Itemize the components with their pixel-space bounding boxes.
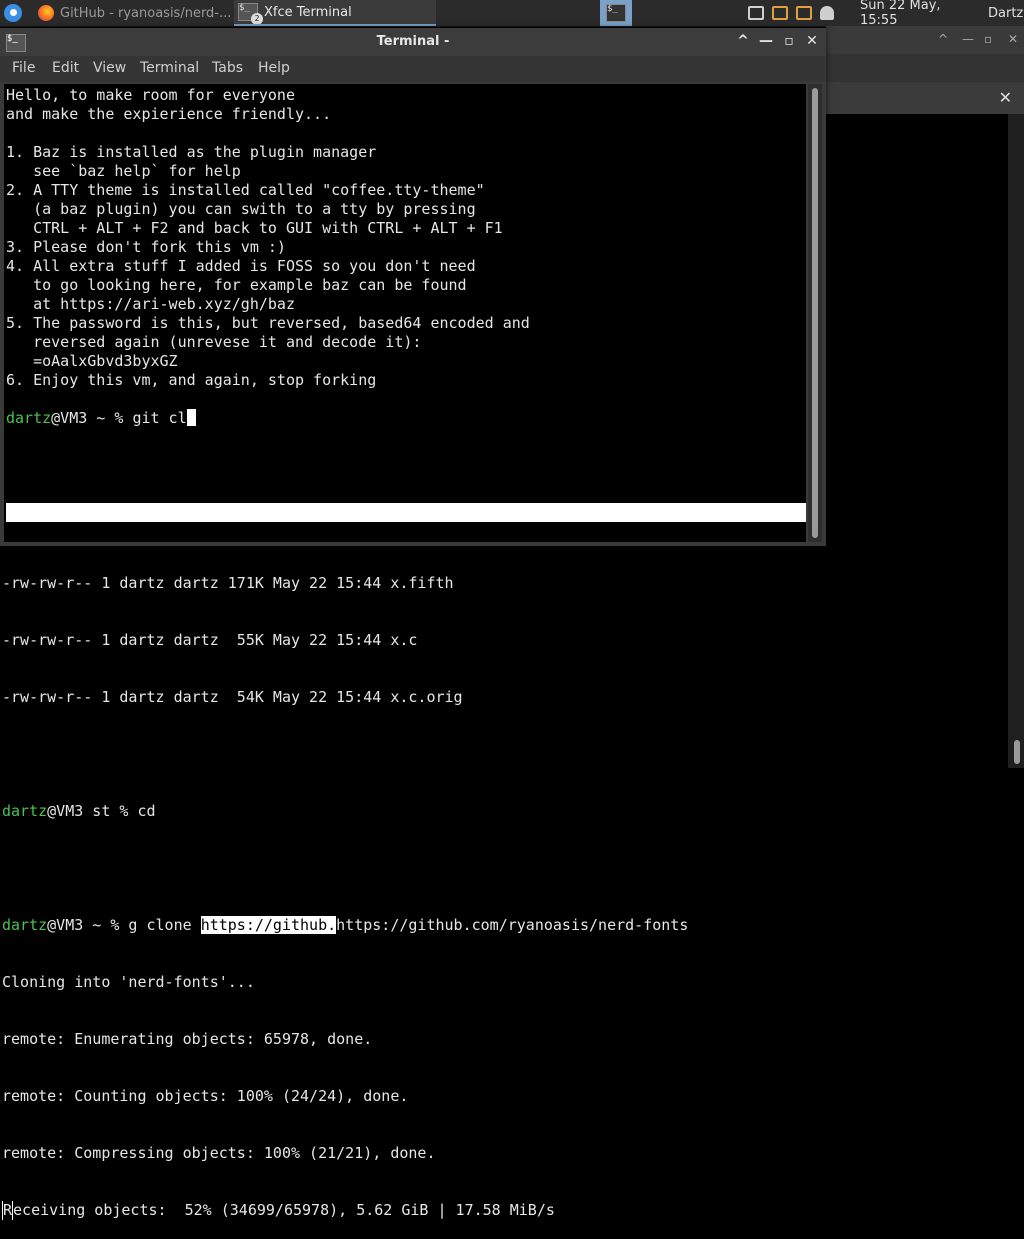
taskbar-label: Xfce Terminal	[264, 4, 352, 20]
terminal-line: 2. A TTY theme is installed called "coff…	[6, 181, 485, 199]
terminal-screen[interactable]: Hello, to make room for everyone and make…	[4, 84, 806, 542]
system-tray	[748, 0, 858, 26]
clock[interactable]: Sun 22 May, 15:55	[860, 0, 980, 28]
scrollbar-thumb[interactable]	[1014, 740, 1020, 764]
terminal-line: at https://ari-web.xyz/gh/baz	[6, 295, 295, 313]
window-title: Terminal -	[376, 34, 450, 49]
prompt-user: dartz	[6, 409, 52, 427]
close-icon[interactable]: ✕	[803, 32, 821, 50]
terminal-line: -rw-rw-r-- 1 dartz dartz 55K May 22 15:4…	[2, 631, 418, 649]
minimize-icon[interactable]: —	[962, 32, 974, 46]
xfce-mouse-icon	[4, 4, 22, 22]
background-window-menubar	[826, 54, 1024, 82]
prompt-text: @VM3 st % cd	[47, 802, 156, 820]
background-terminal-output[interactable]: -rw-rw-r-- 1 dartz dartz 171K May 22 15:…	[2, 536, 1002, 1239]
user-menu[interactable]: Dartz	[988, 0, 1024, 26]
notification-bell-icon[interactable]	[820, 6, 834, 20]
terminal-line: 4. All extra stuff I added is FOSS so yo…	[6, 257, 476, 275]
progress-text: eceiving objects: 52% (34699/65978), 5.6…	[13, 1201, 555, 1219]
terminal-progress-line: Receiving objects: 52% (34699/65978), 5.…	[2, 1201, 1002, 1220]
command-input[interactable]: git cl	[132, 409, 186, 427]
scrollbar-thumb[interactable]	[812, 88, 818, 538]
terminal-line: remote: Compressing objects: 100% (21/21…	[2, 1144, 436, 1162]
terminal-cursor: R	[2, 1201, 14, 1220]
maximize-icon[interactable]: ▫	[984, 32, 992, 46]
menu-view[interactable]: View	[93, 60, 126, 76]
terminal-line: 3. Please don't fork this vm :)	[6, 238, 286, 256]
menu-tabs[interactable]: Tabs	[212, 60, 243, 76]
menu-bar: File Edit View Terminal Tabs Help	[0, 56, 826, 82]
background-tab-bar: ✕	[826, 82, 1024, 114]
chat-icon[interactable]	[796, 6, 812, 20]
terminal-icon: $_	[606, 4, 626, 22]
top-panel: GitHub - ryanoasis/nerd-... $_ 2 Xfce Ter…	[0, 0, 1024, 28]
network-icon[interactable]	[748, 6, 764, 20]
terminal-line: 6. Enjoy this vm, and again, stop forkin…	[6, 371, 377, 389]
tray-app-icon[interactable]	[772, 6, 788, 20]
background-scrollbar[interactable]	[1008, 114, 1024, 768]
terminal-output: Hello, to make room for everyone and make…	[6, 86, 804, 428]
taskbar-item-browser[interactable]: GitHub - ryanoasis/nerd-...	[34, 0, 236, 26]
prompt-text: @VM3 ~ %	[51, 409, 133, 427]
terminal-prompt-line: dartz@VM3 st % cd	[2, 802, 1002, 821]
selected-text[interactable]: https://github.	[200, 916, 337, 934]
window-up-icon[interactable]: ^	[734, 32, 752, 50]
close-tab-icon[interactable]: ✕	[999, 88, 1012, 107]
prompt-user: dartz	[2, 802, 48, 820]
terminal-line: remote: Counting objects: 100% (24/24), …	[2, 1087, 409, 1105]
prompt-text: @VM3 ~ % g clone	[47, 916, 201, 934]
terminal-line: -rw-rw-r-- 1 dartz dartz 54K May 22 15:4…	[2, 688, 463, 706]
menu-edit[interactable]: Edit	[52, 60, 79, 76]
taskbar-item-terminal[interactable]: $_ 2 Xfce Terminal	[234, 0, 436, 26]
close-icon[interactable]: ✕	[1008, 32, 1018, 46]
input-bar[interactable]	[6, 503, 806, 522]
terminal-line: 5. The password is this, but reversed, b…	[6, 314, 530, 332]
terminal-line: =oAalxGbvd3byxGZ	[6, 352, 178, 370]
window-up-icon[interactable]: ^	[938, 32, 948, 46]
terminal-prompt-line: dartz@VM3 ~ % g clone https://github.htt…	[2, 916, 1002, 935]
terminal-cursor	[186, 409, 196, 426]
terminal-line: reversed again (unrevese it and decode i…	[6, 333, 422, 351]
terminal-line: remote: Enumerating objects: 65978, done…	[2, 1030, 373, 1048]
url-text: https://github.com/ryanoasis/nerd-fonts	[336, 916, 689, 934]
window-titlebar[interactable]: $_ Terminal - ^ — ▫ ✕	[0, 28, 826, 56]
terminal-line: Cloning into 'nerd-fonts'...	[2, 973, 255, 991]
terminal-line: (a baz plugin) you can swith to a tty by…	[6, 200, 476, 218]
terminal-line: 1. Baz is installed as the plugin manage…	[6, 143, 377, 161]
terminal-icon: $_ 2	[238, 3, 263, 24]
terminal-line: CTRL + ALT + F2 and back to GUI with CTR…	[6, 219, 503, 237]
maximize-icon[interactable]: ▫	[780, 32, 798, 50]
terminal-line: to go looking here, for example baz can …	[6, 276, 467, 294]
background-window-titlebar[interactable]: ^ — ▫ ✕	[826, 26, 1024, 54]
terminal-line: and make the expierience friendly...	[6, 105, 332, 123]
terminal-scrollbar[interactable]	[808, 84, 822, 542]
terminal-prompt-line: dartz@VM3 ~ % git cl	[6, 409, 804, 428]
terminal-line: see `baz help` for help	[6, 162, 241, 180]
firefox-icon	[38, 5, 54, 21]
terminal-line: Hello, to make room for everyone	[6, 86, 295, 104]
menu-help[interactable]: Help	[258, 60, 290, 76]
minimize-icon[interactable]: —	[757, 32, 775, 50]
app-menu-button[interactable]	[2, 0, 24, 26]
window-count-badge: 2	[251, 13, 263, 24]
terminal-window: $_ Terminal - ^ — ▫ ✕ File Edit View Ter…	[0, 28, 826, 546]
workspace-switcher[interactable]: $_	[600, 0, 632, 26]
menu-file[interactable]: File	[12, 60, 35, 76]
terminal-line: -rw-rw-r-- 1 dartz dartz 171K May 22 15:…	[2, 574, 454, 592]
menu-terminal[interactable]: Terminal	[140, 60, 199, 76]
taskbar-label: GitHub - ryanoasis/nerd-...	[60, 5, 232, 21]
prompt-user: dartz	[2, 916, 48, 934]
